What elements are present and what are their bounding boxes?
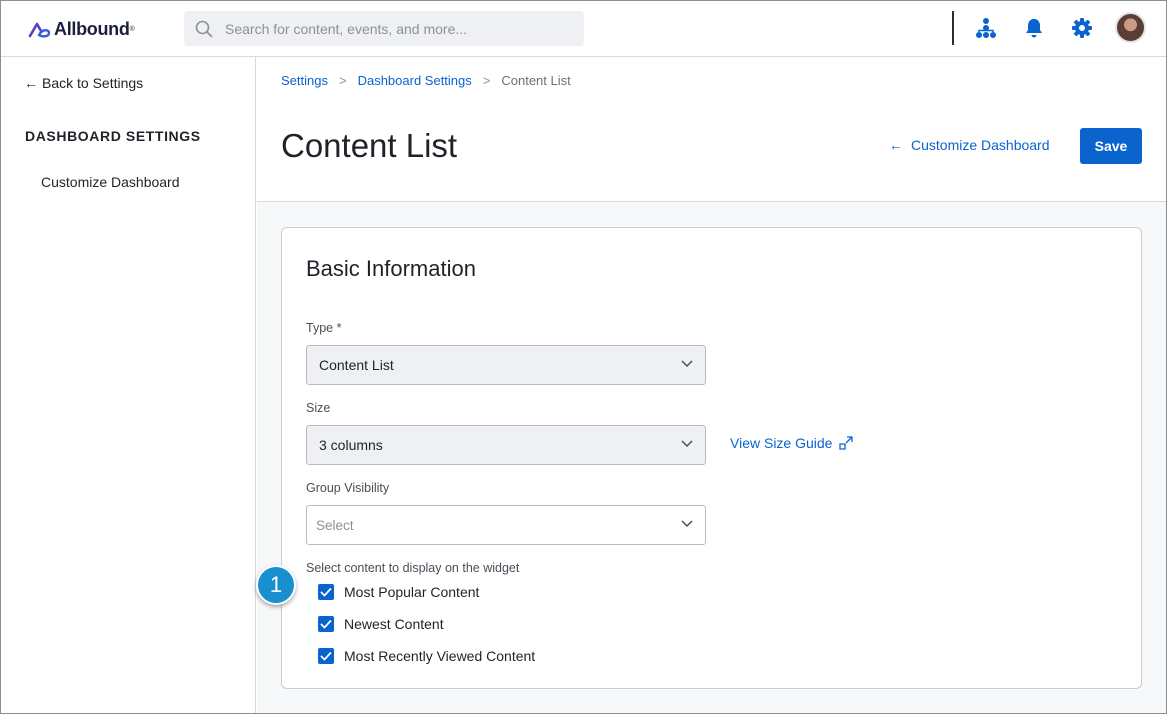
back-label: Back to Settings — [42, 75, 144, 91]
notifications-button[interactable] — [1021, 15, 1047, 41]
size-select[interactable]: 3 columns — [306, 425, 706, 465]
checkbox-most-recently-viewed[interactable]: Most Recently Viewed Content — [318, 648, 535, 664]
callout-badge: 1 — [256, 565, 296, 605]
search-icon — [195, 20, 213, 37]
chevron-down-icon — [681, 440, 693, 448]
checkbox-most-popular[interactable]: Most Popular Content — [318, 584, 479, 600]
checkbox-checked[interactable] — [318, 616, 334, 632]
save-button[interactable]: Save — [1080, 128, 1142, 164]
arrow-left-icon: ← — [24, 75, 38, 91]
size-label: Size — [306, 401, 331, 415]
breadcrumb-current: Content List — [501, 73, 571, 88]
checkbox-label: Most Popular Content — [344, 584, 480, 600]
view-size-guide-link[interactable]: View Size Guide — [730, 435, 854, 451]
checkmark-icon — [320, 619, 332, 629]
checkmark-icon — [320, 587, 332, 597]
checkbox-checked[interactable] — [318, 584, 334, 600]
sidebar-item-customize-dashboard[interactable]: Customize Dashboard — [41, 174, 180, 190]
type-select-value: Content List — [319, 357, 394, 373]
checkbox-label: Most Recently Viewed Content — [344, 648, 536, 664]
checkmark-icon — [320, 651, 332, 661]
checkbox-newest[interactable]: Newest Content — [318, 616, 444, 632]
allbound-logo-icon — [28, 22, 51, 38]
user-avatar[interactable] — [1115, 12, 1146, 43]
back-to-settings-link[interactable]: ← Back to Settings — [24, 75, 143, 91]
customize-dashboard-link[interactable]: ← Customize Dashboard — [889, 137, 1050, 153]
type-select[interactable]: Content List — [306, 345, 706, 385]
logo-registered-mark: ® — [129, 26, 135, 33]
external-link-icon — [839, 436, 854, 450]
settings-sidebar: ← Back to Settings DASHBOARD SETTINGS Cu… — [1, 57, 256, 713]
customize-dashboard-label: Customize Dashboard — [911, 137, 1050, 153]
chevron-right-icon: > — [338, 73, 347, 88]
breadcrumb: Settings > Dashboard Settings > Content … — [281, 73, 571, 88]
breadcrumb-dashboard-settings[interactable]: Dashboard Settings — [358, 73, 472, 88]
header-divider — [952, 11, 954, 45]
content-select-label: Select content to display on the widget — [306, 561, 520, 575]
breadcrumb-settings[interactable]: Settings — [281, 73, 328, 88]
type-label: Type * — [306, 321, 342, 335]
sidebar-heading: DASHBOARD SETTINGS — [25, 128, 201, 144]
search-bar[interactable] — [184, 11, 584, 46]
page-title: Content List — [281, 127, 458, 164]
page-header: Settings > Dashboard Settings > Content … — [257, 57, 1166, 202]
chevron-down-icon — [681, 360, 693, 368]
checkbox-checked[interactable] — [318, 648, 334, 664]
chevron-down-icon — [681, 520, 693, 528]
org-chart-icon — [976, 18, 996, 38]
size-select-value: 3 columns — [319, 437, 383, 453]
settings-button[interactable] — [1069, 15, 1095, 41]
checkbox-label: Newest Content — [344, 616, 444, 632]
section-title: Basic Information — [306, 256, 476, 281]
basic-information-card: Basic Information Type * Content List Si… — [281, 227, 1142, 689]
logo[interactable]: Allbound ® — [28, 19, 135, 40]
group-visibility-select[interactable]: Select — [306, 505, 706, 545]
bell-icon — [1026, 19, 1042, 38]
view-size-guide-label: View Size Guide — [730, 435, 833, 451]
top-bar: Allbound ® — [1, 1, 1166, 57]
org-chart-button[interactable] — [973, 15, 999, 41]
group-visibility-placeholder: Select — [316, 517, 354, 533]
logo-text: Allbound — [54, 19, 130, 39]
chevron-right-icon: > — [482, 73, 491, 88]
group-visibility-label: Group Visibility — [306, 481, 390, 495]
arrow-left-icon: ← — [889, 137, 903, 153]
gear-icon — [1072, 18, 1092, 38]
search-input[interactable] — [225, 20, 565, 37]
